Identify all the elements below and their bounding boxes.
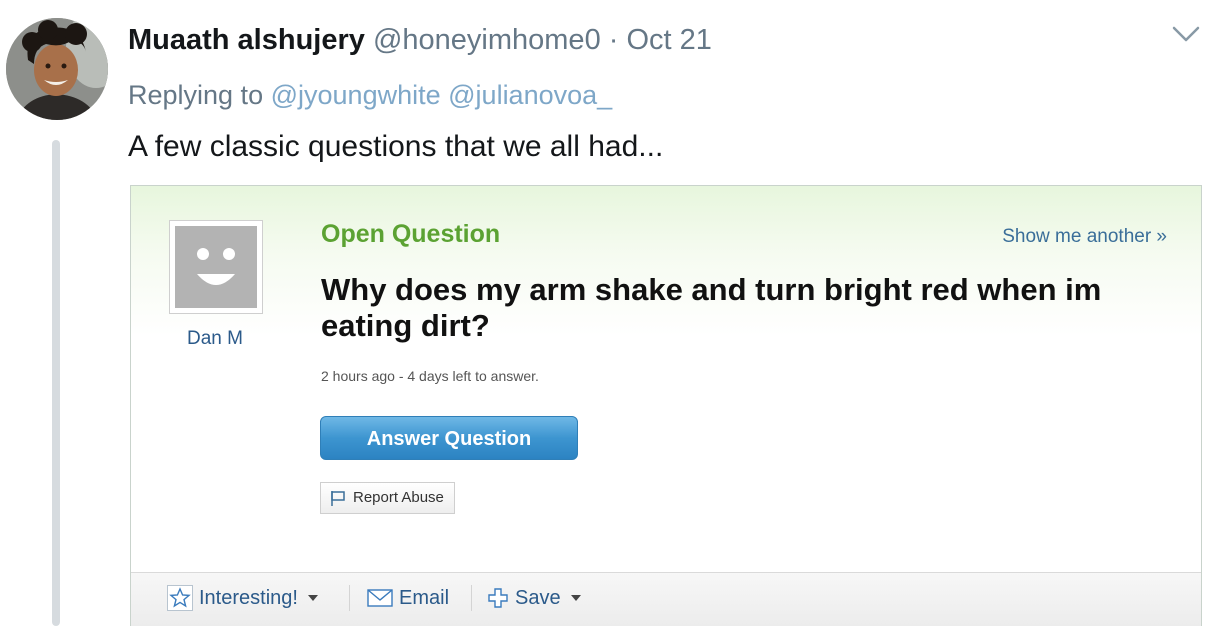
mention-link[interactable]: @jyoungwhite	[271, 80, 441, 110]
toolbar-divider	[349, 585, 350, 611]
answer-question-button[interactable]: Answer Question	[320, 416, 578, 460]
envelope-icon	[367, 589, 393, 607]
asker-avatar	[169, 220, 263, 314]
question-toolbar: Interesting! Email Save	[131, 572, 1201, 626]
report-abuse-button[interactable]: Report Abuse	[320, 482, 455, 514]
author-name[interactable]: Muaath alshujery	[128, 24, 365, 56]
flag-icon	[331, 491, 345, 506]
tweet: Muaath alshujery @honeyimhome0 · Oct 21 …	[0, 0, 1228, 626]
author-handle[interactable]: @honeyimhome0	[373, 24, 601, 56]
plus-icon	[488, 588, 508, 608]
show-another-link[interactable]: Show me another »	[1002, 226, 1167, 248]
header-separator: ·	[608, 24, 619, 56]
caret-down-icon	[307, 595, 318, 601]
asker-name[interactable]: Dan M	[159, 328, 271, 350]
question-meta: 2 hours ago - 4 days left to answer.	[321, 368, 539, 384]
mention-link[interactable]: @julianovoa_	[448, 80, 612, 110]
question-title: Why does my arm shake and turn bright re…	[321, 272, 1102, 343]
interesting-label: Interesting!	[199, 586, 298, 609]
embedded-question-image[interactable]: Dan M Open Question Show me another » Wh…	[130, 185, 1202, 626]
email-label: Email	[399, 586, 450, 609]
replying-to: Replying to @jyoungwhite @julianovoa_	[128, 78, 612, 112]
report-abuse-label: Report Abuse	[353, 489, 444, 506]
caret-down-icon	[570, 595, 581, 601]
smiley-face-icon	[175, 226, 257, 308]
tweet-text: A few classic questions that we all had.…	[128, 130, 664, 163]
tweet-header: Muaath alshujery @honeyimhome0 · Oct 21	[128, 22, 712, 58]
email-button[interactable]: Email	[367, 583, 449, 613]
tweet-date[interactable]: Oct 21	[627, 24, 712, 56]
avatar-photo-icon	[6, 18, 108, 120]
thread-line	[52, 140, 60, 626]
interesting-button[interactable]: Interesting!	[167, 583, 318, 613]
author-avatar[interactable]	[6, 18, 108, 120]
toolbar-divider	[471, 585, 472, 611]
chevron-down-icon[interactable]	[1170, 18, 1202, 50]
save-label: Save	[515, 586, 561, 609]
question-status-label: Open Question	[321, 220, 501, 248]
star-icon	[167, 585, 193, 611]
save-button[interactable]: Save	[487, 583, 581, 613]
replying-prefix: Replying to	[128, 80, 264, 110]
